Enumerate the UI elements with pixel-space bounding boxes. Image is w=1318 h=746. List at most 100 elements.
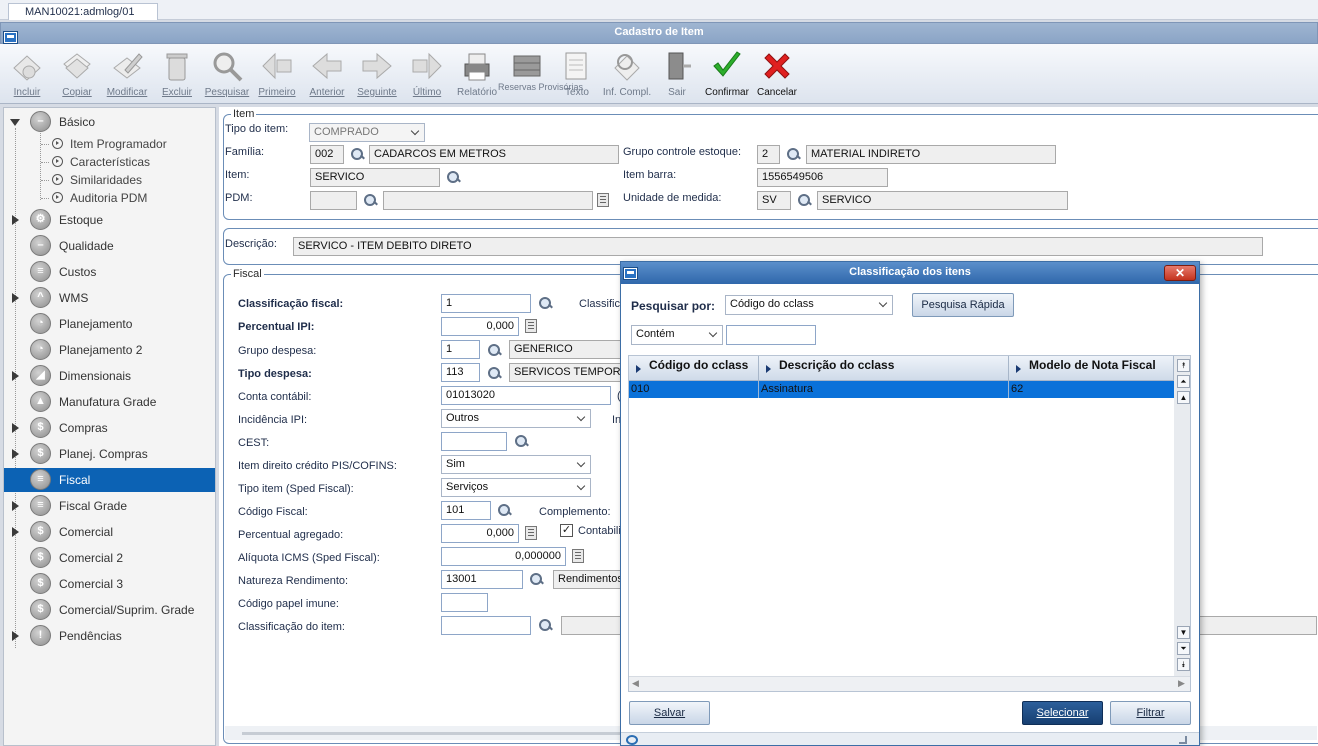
tree-node-comercial-2[interactable]: $ Comercial 2	[4, 546, 215, 570]
close-icon[interactable]: ✕	[1164, 265, 1196, 281]
scroll-bottom-icon[interactable]: ⯯	[1177, 658, 1190, 671]
codigo-papel-imune-field[interactable]	[441, 593, 488, 612]
tree-node-compras[interactable]: $ Compras	[4, 416, 215, 440]
search-icon[interactable]	[446, 170, 462, 186]
tree-node-pendencias[interactable]: ! Pendências	[4, 624, 215, 648]
search-icon[interactable]	[786, 147, 802, 163]
tree-node-fiscal[interactable]: ≡ Fiscal	[4, 468, 215, 492]
filter-button[interactable]: Filtrar	[1110, 701, 1191, 725]
tipo-item-sped-select[interactable]: Serviços	[441, 478, 591, 497]
table-row[interactable]: 010 Assinatura 62	[629, 381, 1174, 398]
cancel-button[interactable]: Cancelar	[752, 44, 802, 102]
search-field-select[interactable]: Código do cclass	[725, 295, 893, 315]
scrollbar-thumb[interactable]	[242, 732, 622, 735]
modify-button[interactable]: Modificar	[102, 44, 152, 102]
tipo-item-select[interactable]: COMPRADO	[309, 123, 425, 142]
tree-node-estoque[interactable]: ⚙ Estoque	[4, 208, 215, 232]
tree-node-wms[interactable]: ^ WMS	[4, 286, 215, 310]
column-header-modelo[interactable]: Modelo de Nota Fiscal	[1009, 356, 1174, 381]
next-button[interactable]: Seguinte	[352, 44, 402, 102]
tree-node-qualidade[interactable]: – Qualidade	[4, 234, 215, 258]
search-icon[interactable]	[514, 434, 530, 450]
grupo-despesa-code-field[interactable]: 1	[441, 340, 480, 359]
tree-child-item-programador[interactable]: Item Programador	[48, 135, 213, 153]
calculator-icon[interactable]	[525, 319, 537, 333]
search-icon[interactable]	[538, 618, 554, 634]
info-compl-button[interactable]: Inf. Compl.	[602, 44, 652, 102]
classificacao-item-code-field[interactable]	[441, 616, 531, 635]
quick-search-button[interactable]: Pesquisa Rápida	[912, 293, 1014, 317]
tree-node-manufatura-grade[interactable]: ▲ Manufatura Grade	[4, 390, 215, 414]
save-button[interactable]: Salvar	[629, 701, 710, 725]
search-icon[interactable]	[497, 503, 513, 519]
text-button[interactable]: Texto	[552, 44, 602, 102]
tree-child-auditoria-pdm[interactable]: Auditoria PDM	[48, 189, 213, 207]
tree-node-fiscal-grade[interactable]: ≡ Fiscal Grade	[4, 494, 215, 518]
tree-node-planejamento-2[interactable]: ◔ Planejamento 2	[4, 338, 215, 362]
conta-contabil-field[interactable]: 01013020	[441, 386, 611, 405]
familia-code-field[interactable]: 002	[310, 145, 344, 164]
pdm-code-field[interactable]	[310, 191, 357, 210]
previous-button[interactable]: Anterior	[302, 44, 352, 102]
aliquota-icms-field[interactable]: 0,000000	[441, 547, 566, 566]
first-button[interactable]: Primeiro	[252, 44, 302, 102]
tree-node-comercial[interactable]: $ Comercial	[4, 520, 215, 544]
unidade-medida-code-field[interactable]: SV	[757, 191, 791, 210]
search-icon[interactable]	[529, 572, 545, 588]
pis-cofins-select[interactable]: Sim	[441, 455, 591, 474]
contabil-checkbox[interactable]: ✓	[560, 524, 573, 537]
calculator-icon[interactable]	[572, 549, 584, 563]
item-code-field[interactable]: SERVICO	[310, 168, 440, 187]
grupo-controle-code-field[interactable]: 2	[757, 145, 780, 164]
incidencia-ipi-select[interactable]: Outros	[441, 409, 591, 428]
confirm-button[interactable]: Confirmar	[702, 44, 752, 102]
search-icon[interactable]	[363, 193, 379, 209]
search-value-input[interactable]	[726, 325, 816, 345]
classificacao-fiscal-field[interactable]: 1	[441, 294, 531, 313]
search-button[interactable]: Pesquisar	[202, 44, 252, 102]
percentual-agregado-field[interactable]: 0,000	[441, 524, 519, 543]
scroll-top-icon[interactable]: ⯭	[1177, 359, 1190, 372]
scroll-up-icon[interactable]: ▲	[1177, 391, 1190, 404]
search-icon[interactable]	[487, 343, 503, 359]
tree-node-custos[interactable]: ≡ Custos	[4, 260, 215, 284]
scroll-down-icon[interactable]: ▼	[1177, 626, 1190, 639]
tipo-despesa-code-field[interactable]: 113	[441, 363, 480, 382]
tree-child-caracteristicas[interactable]: Características	[48, 153, 213, 171]
calculator-icon[interactable]	[525, 526, 537, 540]
copy-button[interactable]: Copiar	[52, 44, 102, 102]
natureza-rendimento-code-field[interactable]: 13001	[441, 570, 523, 589]
column-header-codigo[interactable]: Código do cclass	[629, 356, 759, 381]
exit-button[interactable]: Sair	[652, 44, 702, 102]
notes-icon[interactable]	[597, 193, 609, 207]
scroll-right-icon[interactable]: ▶	[1178, 678, 1185, 689]
include-button[interactable]: Incluir	[2, 44, 52, 102]
grid-horizontal-scrollbar[interactable]	[629, 676, 1190, 691]
tree-node-dimensionais[interactable]: ◢ Dimensionais	[4, 364, 215, 388]
search-icon[interactable]	[350, 147, 366, 163]
scroll-page-down-icon[interactable]: ⏷	[1177, 642, 1190, 655]
report-button[interactable]: Relatório	[452, 44, 502, 102]
tab-document[interactable]: MAN10021:admlog/01	[8, 3, 158, 20]
search-icon[interactable]	[538, 296, 554, 312]
resize-grip-icon[interactable]	[1179, 736, 1187, 744]
codigo-fiscal-field[interactable]: 101	[441, 501, 491, 520]
search-icon[interactable]	[797, 193, 813, 209]
tree-child-similaridades[interactable]: Similaridades	[48, 171, 213, 189]
tree-node-planejamento[interactable]: ◔ Planejamento	[4, 312, 215, 336]
reservations-button[interactable]: Reservas Provisórias	[498, 44, 583, 102]
percentual-ipi-field[interactable]: 0,000	[441, 317, 519, 336]
tree-node-comercial-suprim-grade[interactable]: $ Comercial/Suprim. Grade	[4, 598, 215, 622]
cest-field[interactable]	[441, 432, 507, 451]
select-button[interactable]: Selecionar	[1022, 701, 1103, 725]
tree-node-basico[interactable]: – Básico	[4, 110, 215, 134]
match-mode-select[interactable]: Contém	[631, 325, 723, 345]
descricao-field[interactable]: SERVICO - ITEM DEBITO DIRETO	[293, 237, 1263, 256]
search-icon[interactable]	[487, 366, 503, 382]
last-button[interactable]: Último	[402, 44, 452, 102]
scroll-left-icon[interactable]: ◀	[632, 678, 639, 689]
column-header-descricao[interactable]: Descrição do cclass	[759, 356, 1009, 381]
tree-node-comercial-3[interactable]: $ Comercial 3	[4, 572, 215, 596]
scroll-page-up-icon[interactable]: ⏶	[1177, 375, 1190, 388]
item-barra-field[interactable]: 1556549506	[757, 168, 888, 187]
